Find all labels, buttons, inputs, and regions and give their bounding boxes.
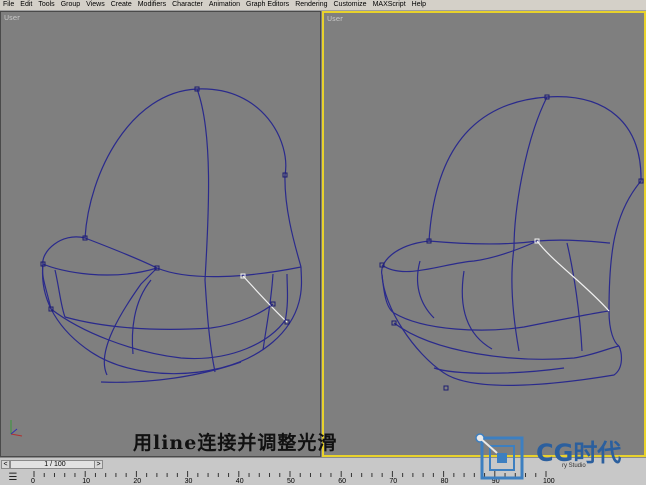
previous-frame-button[interactable]: < [1,460,10,469]
watermark-logo: CG时代 ry Studio [470,424,646,482]
menu-item-graph-editors[interactable]: Graph Editors [243,0,292,10]
tick-label: 30 [184,478,193,485]
tick-label: 10 [82,478,90,485]
frame-slider[interactable]: 1 / 100 [10,460,100,469]
menu-item-customize[interactable]: Customize [331,0,370,10]
next-frame-button[interactable]: > [94,460,103,469]
spline-model-left [40,86,303,383]
menu-item-create[interactable]: Create [108,0,135,10]
viewport-right[interactable]: User [322,11,646,457]
tick-label: 80 [440,478,449,485]
menu-item-animation[interactable]: Animation [206,0,243,10]
menu-item-maxscript[interactable]: MAXScript [370,0,409,10]
tick-label: 60 [338,478,346,485]
menu-item-character[interactable]: Character [169,0,206,10]
track-bar-icon[interactable]: ☰ [7,472,19,483]
menu-item-help[interactable]: Help [409,0,429,10]
tick-label: 20 [133,478,142,485]
menu-item-modifiers[interactable]: Modifiers [135,0,169,10]
tick-label: 50 [287,478,295,485]
viewport-left[interactable]: User [0,11,321,457]
tick-label: 40 [235,478,244,485]
spline-model-right [379,94,644,391]
cg-logo-icon [475,433,524,480]
menu-bar: File Edit Tools Group Views Create Modifiers Ch… [0,0,646,11]
tutorial-caption: 用line连接并调整光滑 [133,432,338,454]
menu-item-group[interactable]: Group [58,0,83,10]
watermark-subtext: ry Studio [562,463,586,469]
menu-item-tools[interactable]: Tools [35,0,57,10]
axis-gizmo-left [10,420,23,437]
menu-item-file[interactable]: File [0,0,17,10]
menu-item-views[interactable]: Views [83,0,108,10]
tick-label: 70 [389,478,398,485]
menu-item-edit[interactable]: Edit [17,0,35,10]
menu-item-rendering[interactable]: Rendering [292,0,330,10]
tick-label: 0 [31,478,35,485]
